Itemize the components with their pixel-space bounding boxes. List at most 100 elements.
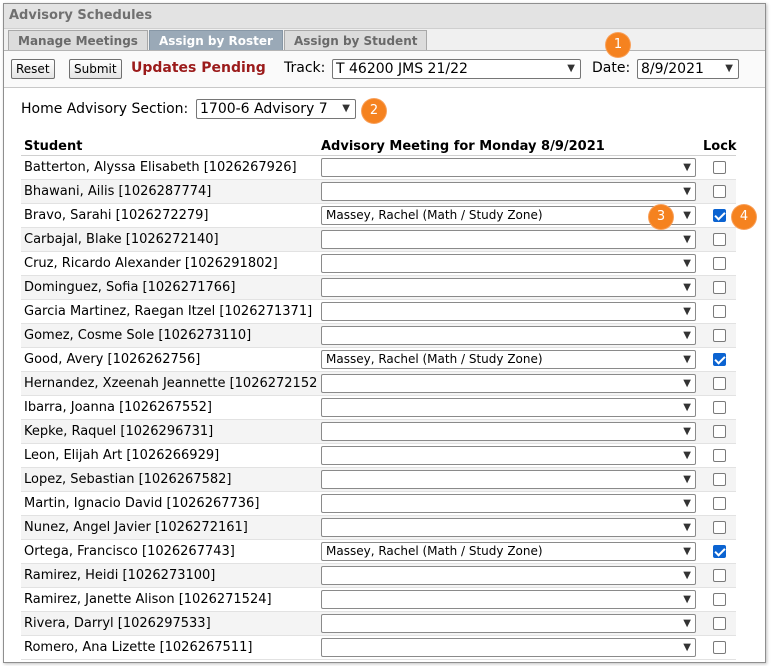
meeting-select[interactable]: ▼	[321, 302, 696, 321]
meeting-select[interactable]: ▼	[321, 230, 696, 249]
meeting-cell: ▼	[318, 611, 700, 636]
meeting-select[interactable]: ▼	[321, 470, 696, 489]
student-name: Ortega, Francisco [1026267743]	[21, 539, 318, 564]
meeting-cell: ▼	[318, 491, 700, 516]
lock-checkbox[interactable]	[713, 473, 726, 486]
lock-checkbox[interactable]	[713, 209, 726, 222]
meeting-value: Massey, Rachel (Math / Study Zone)	[326, 208, 543, 222]
meeting-select[interactable]: Massey, Rachel (Math / Study Zone) ▼	[321, 542, 696, 561]
window-title: Advisory Schedules	[4, 4, 765, 29]
meeting-select[interactable]: ▼	[321, 494, 696, 513]
table-row: Kepke, Raquel [1026296731] ▼	[21, 419, 736, 444]
lock-checkbox[interactable]	[713, 281, 726, 294]
date-label: Date:	[592, 60, 631, 76]
meeting-select[interactable]: ▼	[321, 374, 696, 393]
meeting-select[interactable]: ▼	[321, 638, 696, 657]
chevron-down-icon: ▼	[683, 618, 691, 629]
lock-checkbox[interactable]	[713, 305, 726, 318]
submit-button[interactable]: Submit	[69, 59, 122, 79]
chevron-down-icon: ▼	[683, 498, 691, 509]
date-select[interactable]: 8/9/2021 ▼	[637, 59, 739, 79]
table-row: Dominguez, Sofia [1026271766] ▼	[21, 275, 736, 300]
table-row: Martin, Ignacio David [1026267736] ▼	[21, 491, 736, 516]
table-row: Bhawani, Ailis [1026287774] ▼	[21, 179, 736, 204]
lock-checkbox[interactable]	[713, 233, 726, 246]
lock-checkbox[interactable]	[713, 449, 726, 462]
meeting-select[interactable]: Massey, Rachel (Math / Study Zone) ▼	[321, 350, 696, 369]
meeting-select[interactable]: Massey, Rachel (Math / Study Zone) ▼	[321, 206, 696, 225]
table-row: Leon, Elijah Art [1026266929] ▼	[21, 443, 736, 468]
lock-cell	[700, 491, 736, 516]
meeting-select[interactable]: ▼	[321, 566, 696, 585]
lock-cell	[700, 467, 736, 492]
table-row: Lopez, Sebastian [1026267582] ▼	[21, 467, 736, 492]
meeting-cell: ▼	[318, 275, 700, 300]
table-row: Ortega, Francisco [1026267743] Massey, Ra…	[21, 539, 736, 564]
lock-checkbox[interactable]	[713, 377, 726, 390]
home-section-value: 1700-6 Advisory 7	[200, 101, 328, 117]
lock-cell	[700, 635, 736, 660]
lock-cell	[700, 515, 736, 540]
lock-checkbox[interactable]	[713, 425, 726, 438]
home-section-select[interactable]: 1700-6 Advisory 7 ▼	[196, 99, 356, 119]
meeting-cell: ▼	[318, 155, 700, 180]
lock-checkbox[interactable]	[713, 401, 726, 414]
table-row: Ibarra, Joanna [1026267552] ▼	[21, 395, 736, 420]
meeting-select[interactable]: ▼	[321, 398, 696, 417]
lock-checkbox[interactable]	[713, 641, 726, 654]
meeting-select[interactable]: ▼	[321, 614, 696, 633]
student-name: Lopez, Sebastian [1026267582]	[21, 467, 318, 492]
status-updates-pending: Updates Pending	[131, 60, 266, 76]
meeting-cell: ▼	[318, 299, 700, 324]
lock-checkbox[interactable]	[713, 593, 726, 606]
meeting-cell: ▼	[318, 371, 700, 396]
lock-checkbox[interactable]	[713, 185, 726, 198]
chevron-down-icon: ▼	[683, 570, 691, 581]
student-name: Rivera, Darryl [1026297533]	[21, 611, 318, 636]
lock-cell	[700, 323, 736, 348]
reset-button[interactable]: Reset	[11, 59, 55, 79]
student-name: Gomez, Cosme Sole [1026273110]	[21, 323, 318, 348]
meeting-cell: ▼	[318, 395, 700, 420]
chevron-down-icon: ▼	[683, 330, 691, 341]
lock-cell	[700, 371, 736, 396]
meeting-select[interactable]: ▼	[321, 326, 696, 345]
callout-badge-4: 4	[732, 205, 756, 229]
meeting-select[interactable]: ▼	[321, 158, 696, 177]
lock-checkbox[interactable]	[713, 161, 726, 174]
track-select[interactable]: T 46200 JMS 21/22 ▼	[332, 59, 581, 79]
meeting-select[interactable]: ▼	[321, 590, 696, 609]
header-lock: Lock	[700, 137, 737, 156]
student-name: Kepke, Raquel [1026296731]	[21, 419, 318, 444]
tab-manage-meetings[interactable]: Manage Meetings	[8, 30, 148, 50]
tab-assign-by-student[interactable]: Assign by Student	[283, 30, 428, 50]
table-row: Hernandez, Xzeenah Jeannette [1026272152…	[21, 371, 736, 396]
meeting-cell: Massey, Rachel (Math / Study Zone) ▼	[318, 203, 700, 228]
lock-cell	[700, 251, 736, 276]
lock-checkbox[interactable]	[713, 617, 726, 630]
lock-cell	[700, 443, 736, 468]
lock-checkbox[interactable]	[713, 329, 726, 342]
lock-checkbox[interactable]	[713, 353, 726, 366]
chevron-down-icon: ▼	[683, 594, 691, 605]
meeting-select[interactable]: ▼	[321, 254, 696, 273]
lock-checkbox[interactable]	[713, 569, 726, 582]
chevron-down-icon: ▼	[342, 103, 350, 114]
chevron-down-icon: ▼	[683, 162, 691, 173]
meeting-select[interactable]: ▼	[321, 446, 696, 465]
lock-checkbox[interactable]	[713, 521, 726, 534]
lock-checkbox[interactable]	[713, 545, 726, 558]
meeting-select[interactable]: ▼	[321, 518, 696, 537]
chevron-down-icon: ▼	[683, 258, 691, 269]
table-row: Romero, Ana Lizette [1026267511] ▼	[21, 635, 736, 660]
meeting-select[interactable]: ▼	[321, 422, 696, 441]
header-student: Student	[21, 137, 318, 156]
meeting-cell: ▼	[318, 587, 700, 612]
chevron-down-icon: ▼	[683, 474, 691, 485]
lock-checkbox[interactable]	[713, 497, 726, 510]
lock-checkbox[interactable]	[713, 257, 726, 270]
tab-assign-by-roster[interactable]: Assign by Roster	[148, 30, 283, 50]
meeting-select[interactable]: ▼	[321, 278, 696, 297]
lock-cell	[700, 299, 736, 324]
meeting-select[interactable]: ▼	[321, 182, 696, 201]
